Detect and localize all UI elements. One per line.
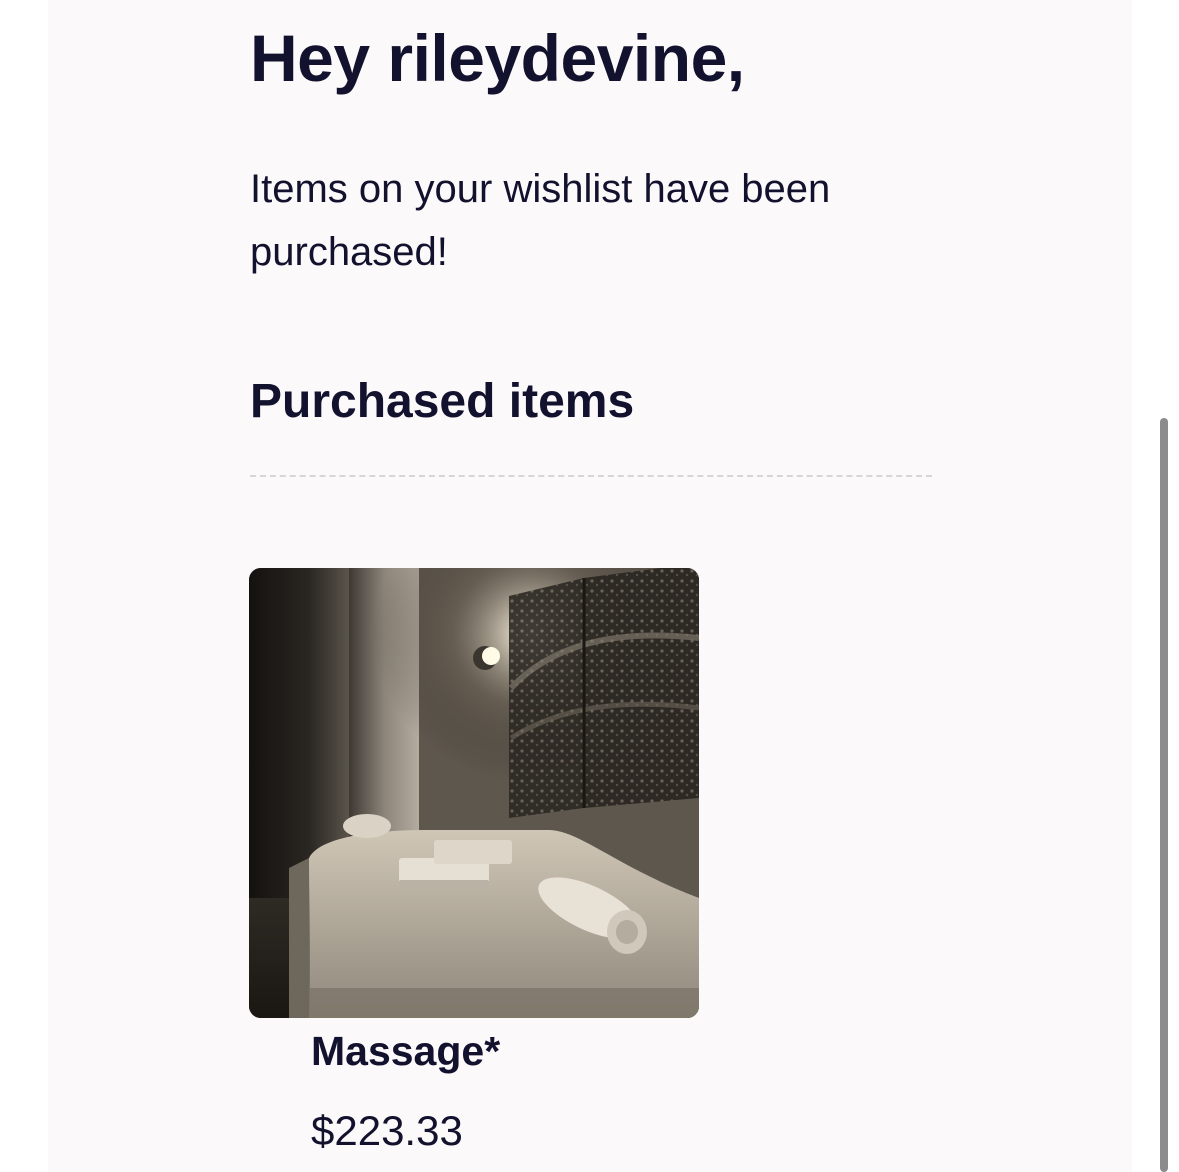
massage-room-photo: [249, 568, 699, 1018]
page: Hey rileydevine, Items on your wishlist …: [0, 0, 1179, 1172]
scrollbar-thumb[interactable]: [1160, 418, 1168, 1172]
item-price: $223.33: [311, 1107, 463, 1154]
greeting-heading: Hey rileydevine,: [250, 21, 745, 95]
item-image[interactable]: [249, 568, 699, 1018]
wishlist-message: Items on your wishlist have been purchas…: [250, 167, 831, 274]
item-name[interactable]: Massage*: [311, 1024, 500, 1078]
dashed-divider: [250, 475, 932, 477]
purchased-items-heading: Purchased items: [250, 375, 635, 428]
